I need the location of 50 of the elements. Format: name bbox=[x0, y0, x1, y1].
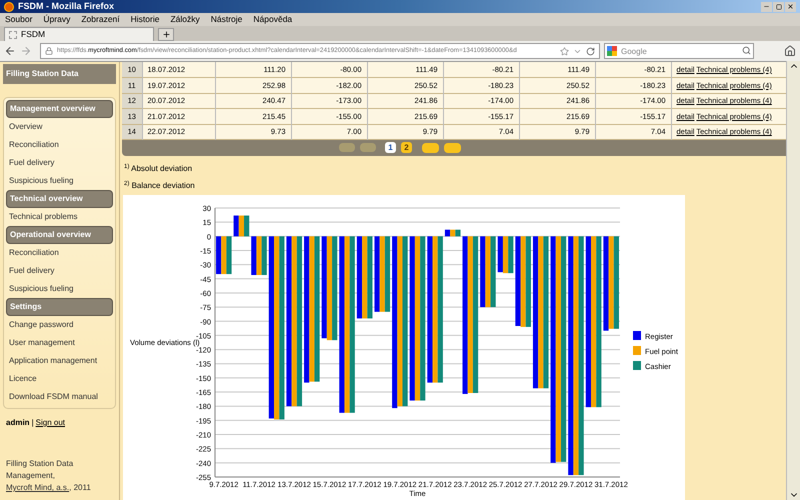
google-icon bbox=[607, 46, 617, 56]
menu-item[interactable]: Záložky bbox=[170, 13, 200, 26]
nav-link[interactable]: Overview bbox=[6, 118, 113, 136]
lock-icon bbox=[45, 47, 53, 55]
close-icon[interactable] bbox=[787, 3, 794, 10]
company-link[interactable]: Mycroft Mind, a.s. bbox=[6, 483, 70, 492]
section-header: Settings bbox=[6, 298, 113, 316]
menu-item[interactable]: Nápověda bbox=[253, 13, 292, 26]
back-icon[interactable] bbox=[4, 45, 16, 57]
sidebar-title: Filling Station Data bbox=[3, 64, 116, 84]
minimize-icon[interactable] bbox=[763, 3, 770, 10]
menu-item[interactable]: Úpravy bbox=[43, 13, 70, 26]
sign-out-link[interactable]: Sign out bbox=[36, 417, 65, 429]
footer-text: Filling Station Data Management, Mycroft Mind, a.s., 2011 bbox=[6, 458, 92, 494]
window-title: FSDM - Mozilla Firefox bbox=[18, 0, 114, 13]
search-field[interactable]: Google bbox=[604, 43, 754, 59]
nav-link[interactable]: Download FSDM manual bbox=[6, 388, 113, 406]
nav-link[interactable]: Suspicious fueling bbox=[6, 280, 113, 298]
menu-item[interactable]: Soubor bbox=[5, 13, 32, 26]
footnote: $^{1)}$ Absolut deviation bbox=[124, 163, 194, 175]
browser-tab[interactable]: FSDM bbox=[4, 27, 154, 41]
home-icon[interactable] bbox=[784, 45, 796, 57]
footnote: $^{2)}$ Balance deviation bbox=[124, 180, 196, 192]
reload-icon[interactable] bbox=[586, 46, 595, 56]
page-icon bbox=[9, 30, 17, 38]
firefox-logo-icon bbox=[4, 2, 14, 12]
search-icon[interactable] bbox=[742, 46, 751, 55]
bookmark-star-icon[interactable] bbox=[560, 46, 569, 56]
menu-item[interactable]: Historie bbox=[130, 13, 160, 26]
nav-link[interactable]: Fuel delivery bbox=[6, 154, 113, 172]
nav-link[interactable]: Reconciliation bbox=[6, 244, 113, 262]
menu-item[interactable]: Zobrazení bbox=[81, 13, 120, 26]
menu-item[interactable]: Nástroje bbox=[210, 13, 242, 26]
page-button[interactable]: 1 bbox=[385, 142, 396, 153]
nav-link[interactable]: Change password bbox=[6, 316, 113, 334]
nav-link[interactable]: Technical problems bbox=[6, 208, 113, 226]
page-button[interactable]: 2 bbox=[401, 142, 412, 153]
nav-link[interactable]: Reconciliation bbox=[6, 136, 113, 154]
section-header: Operational overview bbox=[6, 226, 113, 244]
section-header: Technical overview bbox=[6, 190, 113, 208]
nav-link[interactable]: Suspicious fueling bbox=[6, 172, 113, 190]
username: admin bbox=[6, 417, 30, 429]
nav-link[interactable]: User management bbox=[6, 334, 113, 352]
new-tab-icon[interactable] bbox=[162, 30, 170, 39]
nav-link[interactable]: Fuel delivery bbox=[6, 262, 113, 280]
nav-link[interactable]: Licence bbox=[6, 370, 113, 388]
maximize-icon[interactable] bbox=[776, 4, 782, 10]
nav-link[interactable]: Application management bbox=[6, 352, 113, 370]
section-header: Management overview bbox=[6, 100, 113, 118]
separator: | bbox=[32, 417, 34, 429]
